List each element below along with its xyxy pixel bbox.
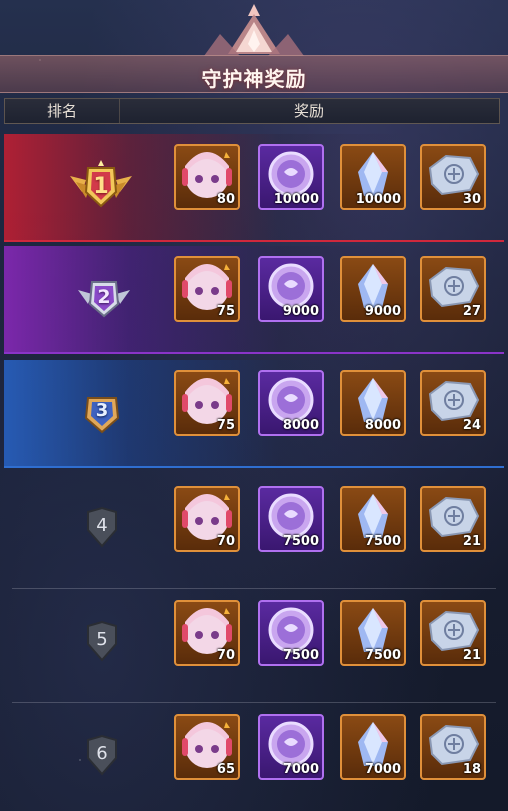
reward-quantity: 75 <box>216 418 235 433</box>
column-header: 排名 奖励 <box>4 98 500 124</box>
reward-row-4: 4 70 7500 7500 21 <box>4 476 504 582</box>
reward-item-ore[interactable]: 30 <box>420 144 486 210</box>
rank-4-shield-icon: 4 <box>84 506 120 548</box>
reward-quantity: 75 <box>216 304 235 319</box>
reward-quantity: 10000 <box>355 192 401 207</box>
rank-number: 1 <box>93 174 109 199</box>
reward-quantity: 8000 <box>364 418 401 433</box>
reward-item-ore[interactable]: 21 <box>420 600 486 666</box>
rank-number: 2 <box>97 286 111 308</box>
reward-item-coin[interactable]: 10000 <box>258 144 324 210</box>
crest-ornament-icon <box>204 4 304 56</box>
reward-quantity: 80 <box>216 192 235 207</box>
row-divider <box>12 588 496 589</box>
reward-quantity: 7500 <box>282 534 319 549</box>
rank-number: 3 <box>95 400 109 421</box>
reward-quantity: 7000 <box>364 762 401 777</box>
column-reward-label: 奖励 <box>293 102 324 120</box>
reward-item-character[interactable]: 70 <box>174 600 240 666</box>
reward-item-coin[interactable]: 7500 <box>258 486 324 552</box>
reward-item-crystal[interactable]: 9000 <box>340 256 406 322</box>
reward-item-coin[interactable]: 7000 <box>258 714 324 780</box>
reward-row-5: 5 70 7500 7500 21 <box>4 590 504 696</box>
reward-row-3: 3 75 8000 8000 24 <box>4 360 504 468</box>
reward-item-character[interactable]: 80 <box>174 144 240 210</box>
reward-quantity: 30 <box>462 192 481 207</box>
reward-quantity: 70 <box>216 648 235 663</box>
rank-number: 4 <box>96 515 108 536</box>
reward-quantity: 9000 <box>282 304 319 319</box>
reward-item-crystal[interactable]: 10000 <box>340 144 406 210</box>
page-title: 守护神奖励 <box>201 67 307 91</box>
rank-6-shield-icon: 6 <box>84 734 120 776</box>
rank-3-medal-icon: 3 <box>80 392 124 436</box>
reward-quantity: 18 <box>462 762 481 777</box>
reward-quantity: 10000 <box>273 192 319 207</box>
reward-item-coin[interactable]: 9000 <box>258 256 324 322</box>
column-rank-label: 排名 <box>5 99 120 123</box>
rank-number: 6 <box>96 743 108 764</box>
header: 守护神奖励 <box>0 0 508 96</box>
rank-1-medal-icon: 1 <box>68 158 134 214</box>
rank-5-shield-icon: 5 <box>84 620 120 662</box>
reward-item-coin[interactable]: 7500 <box>258 600 324 666</box>
reward-item-character[interactable]: 75 <box>174 256 240 322</box>
reward-item-character[interactable]: 75 <box>174 370 240 436</box>
reward-item-ore[interactable]: 18 <box>420 714 486 780</box>
reward-row-2: 2 75 9000 9000 27 <box>4 246 504 354</box>
row-divider <box>12 702 496 703</box>
reward-item-crystal[interactable]: 8000 <box>340 370 406 436</box>
reward-item-ore[interactable]: 21 <box>420 486 486 552</box>
reward-item-character[interactable]: 65 <box>174 714 240 780</box>
reward-quantity: 7500 <box>364 648 401 663</box>
reward-row-6: 6 65 7000 7000 18 <box>4 704 504 810</box>
reward-item-crystal[interactable]: 7500 <box>340 486 406 552</box>
reward-quantity: 7000 <box>282 762 319 777</box>
reward-quantity: 65 <box>216 762 235 777</box>
reward-item-coin[interactable]: 8000 <box>258 370 324 436</box>
reward-quantity: 24 <box>462 418 481 433</box>
reward-item-crystal[interactable]: 7000 <box>340 714 406 780</box>
rank-number: 5 <box>96 629 108 650</box>
reward-item-crystal[interactable]: 7500 <box>340 600 406 666</box>
reward-quantity: 21 <box>462 534 481 549</box>
reward-quantity: 9000 <box>364 304 401 319</box>
reward-quantity: 7500 <box>364 534 401 549</box>
reward-item-ore[interactable]: 24 <box>420 370 486 436</box>
reward-quantity: 7500 <box>282 648 319 663</box>
reward-item-ore[interactable]: 27 <box>420 256 486 322</box>
reward-quantity: 21 <box>462 648 481 663</box>
reward-quantity: 27 <box>462 304 481 319</box>
reward-quantity: 8000 <box>282 418 319 433</box>
rank-2-medal-icon: 2 <box>76 276 132 322</box>
reward-quantity: 70 <box>216 534 235 549</box>
reward-row-1: 1 80 10000 10000 30 <box>4 134 504 242</box>
reward-item-character[interactable]: 70 <box>174 486 240 552</box>
